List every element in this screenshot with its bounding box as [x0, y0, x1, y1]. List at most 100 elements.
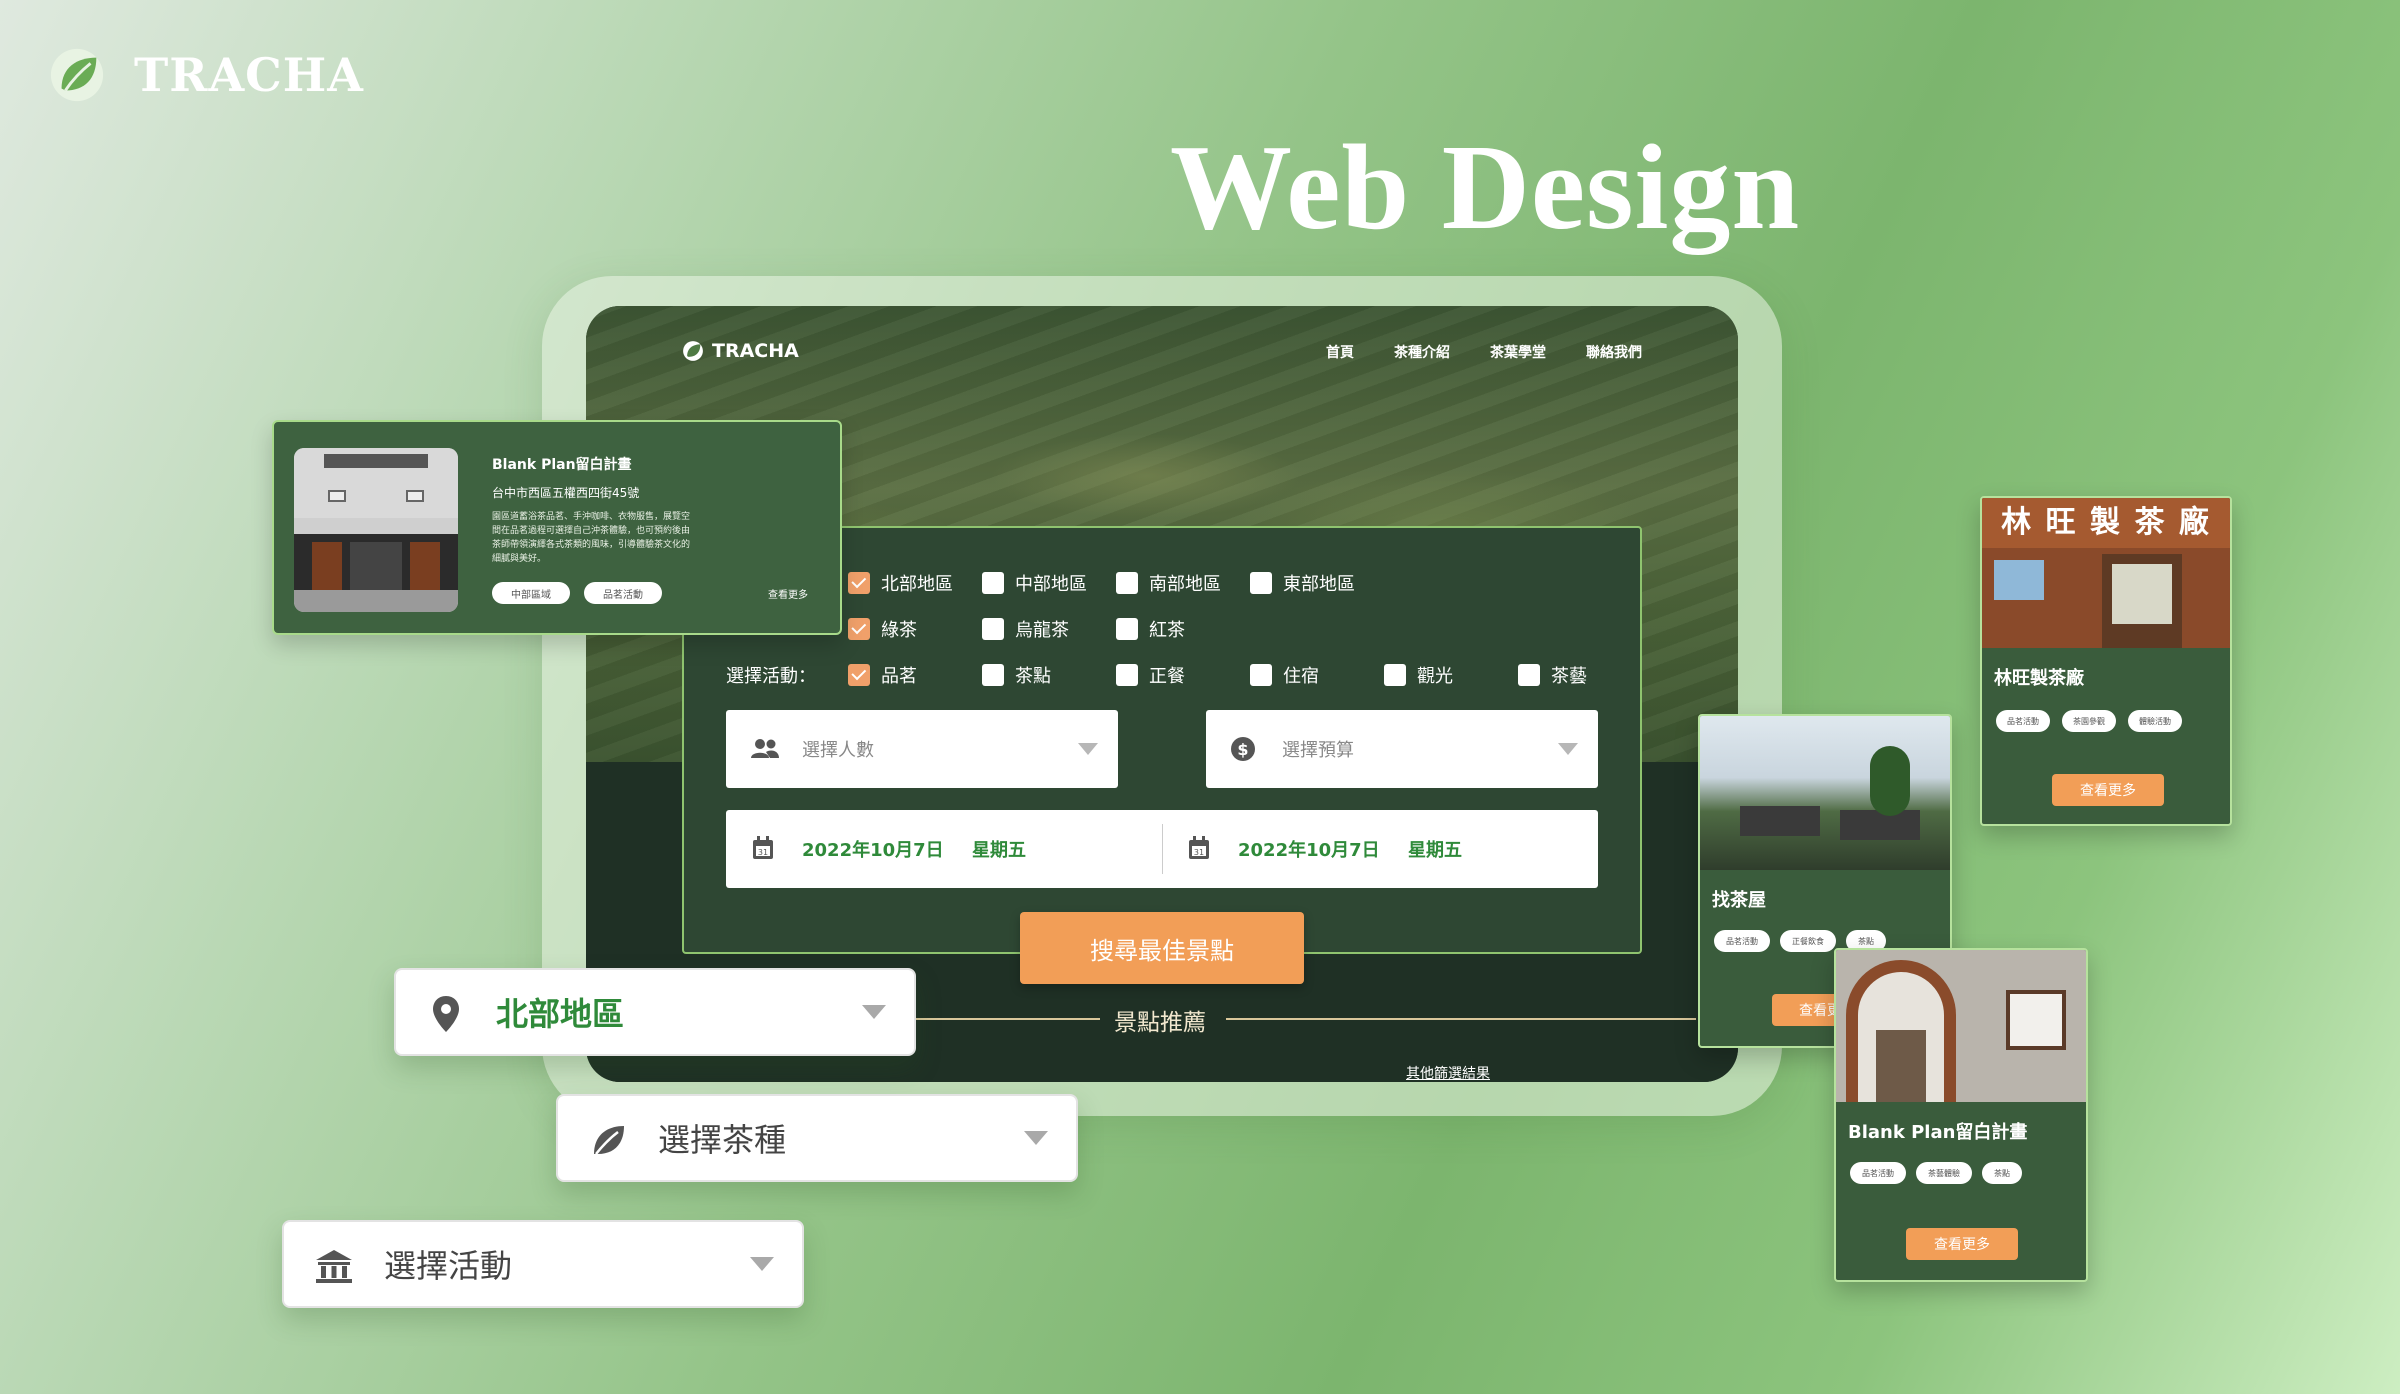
- search-best-spots-button[interactable]: 搜尋最佳景點: [1020, 912, 1304, 984]
- tag-region[interactable]: 中部區域: [492, 582, 570, 604]
- tag[interactable]: 體驗活動: [2128, 710, 2182, 732]
- blank-plan-name: Blank Plan留白計畫: [1848, 1122, 2028, 1143]
- people-icon: [751, 739, 779, 758]
- checkbox-label: 北部地區: [881, 574, 953, 595]
- tag[interactable]: 茶園參觀: [2062, 710, 2116, 732]
- checkbox-label: 觀光: [1417, 666, 1453, 687]
- tea-house-name: 找茶屋: [1712, 890, 1766, 911]
- checkbox-label: 品茗: [881, 666, 917, 687]
- hero-title: Web Design: [1170, 120, 1801, 255]
- lin-wang-photo: 林 旺 製 茶 廠: [1982, 498, 2230, 648]
- leaf-logo-icon: [50, 48, 104, 102]
- activity-dropdown[interactable]: 選擇活動: [282, 1220, 804, 1308]
- tea-house-photo: [1700, 716, 1950, 870]
- featured-description: 園區道蓄浴茶品茗、手沖咖啡、衣物服售，展覽空 間在品茗過程可選擇自己沖茶體驗，也…: [492, 510, 690, 566]
- nav-tea-types[interactable]: 茶種介紹: [1394, 342, 1450, 362]
- lin-wang-name: 林旺製茶廠: [1994, 668, 2084, 689]
- site-logo[interactable]: TRACHA: [682, 340, 799, 362]
- leaf-logo-icon: [683, 341, 703, 361]
- desc-line: 間在品茗過程可選擇自己沖茶體驗，也可預約後由: [492, 526, 691, 536]
- checkbox-checked[interactable]: [848, 664, 870, 686]
- checkbox[interactable]: [1250, 664, 1272, 686]
- checkbox-checked[interactable]: [848, 618, 870, 640]
- nav-home[interactable]: 首頁: [1326, 342, 1354, 362]
- budget-placeholder: 選擇預算: [1282, 740, 1354, 761]
- checkbox-label: 中部地區: [1015, 574, 1087, 595]
- checkbox-label: 綠茶: [881, 620, 917, 641]
- tea-oolong-checkbox[interactable]: 烏龍茶: [982, 616, 1069, 642]
- tag[interactable]: 茶藝體驗: [1916, 1162, 1972, 1184]
- checkbox[interactable]: [982, 618, 1004, 640]
- tea-type-dropdown[interactable]: 選擇茶種: [556, 1094, 1078, 1182]
- desc-line: 細膩與美好。: [492, 554, 547, 564]
- activity-tea-art-checkbox[interactable]: 茶藝: [1518, 662, 1587, 688]
- region-dropdown[interactable]: 北部地區: [394, 968, 916, 1056]
- checkbox[interactable]: [1116, 618, 1138, 640]
- activity-snack-checkbox[interactable]: 茶點: [982, 662, 1051, 688]
- checkbox[interactable]: [1116, 664, 1138, 686]
- recommend-divider-left: [910, 1018, 1100, 1020]
- featured-spot-card[interactable]: Blank Plan留白計畫 台中市西區五權西四街45號 園區道蓄浴茶品茗、手沖…: [272, 420, 842, 635]
- checkbox[interactable]: [982, 572, 1004, 594]
- tag[interactable]: 品茗活動: [1714, 930, 1770, 952]
- region-east-checkbox[interactable]: 東部地區: [1250, 570, 1355, 596]
- desc-line: 園區道蓄浴茶品茗、手沖咖啡、衣物服售，展覽空: [492, 512, 691, 522]
- checkbox-label: 住宿: [1283, 666, 1319, 687]
- chevron-down-icon: [1558, 743, 1578, 755]
- site-nav: 首頁 茶種介紹 茶葉學堂 聯絡我們: [1326, 342, 1642, 362]
- tag[interactable]: 正餐飲食: [1780, 930, 1836, 952]
- checkbox[interactable]: [1250, 572, 1272, 594]
- blank-plan-arch-photo: [1836, 950, 2086, 1102]
- checkbox-checked[interactable]: [848, 572, 870, 594]
- spot-card-lin-wang[interactable]: 林 旺 製 茶 廠 林旺製茶廠 品茗活動 茶園參觀 體驗活動 查看更多: [1980, 496, 2232, 826]
- svg-text:31: 31: [758, 848, 768, 857]
- activity-tasting-checkbox[interactable]: 品茗: [848, 662, 917, 688]
- spot-card-blank-plan[interactable]: Blank Plan留白計畫 品茗活動 茶藝體驗 茶點 查看更多: [1834, 948, 2088, 1282]
- checkbox-label: 烏龍茶: [1015, 620, 1069, 641]
- people-placeholder: 選擇人數: [802, 740, 874, 761]
- desc-line: 茶師帶領演繹各式茶類的風味，引導體驗茶文化的: [492, 540, 691, 550]
- region-dropdown-value: 北部地區: [496, 995, 625, 1033]
- checkbox[interactable]: [1384, 664, 1406, 686]
- calendar-icon: 31: [1189, 836, 1209, 859]
- tea-green-checkbox[interactable]: 綠茶: [848, 616, 917, 642]
- nav-contact[interactable]: 聯絡我們: [1586, 342, 1642, 362]
- chevron-down-icon: [1078, 743, 1098, 755]
- end-date: 2022年10月7日: [1238, 840, 1380, 861]
- date-range-input[interactable]: 31 2022年10月7日 星期五 31 2022年10月7日 星期五: [726, 810, 1598, 888]
- nav-tea-school[interactable]: 茶葉學堂: [1490, 342, 1546, 362]
- checkbox-label: 南部地區: [1149, 574, 1221, 595]
- activity-label: 選擇活動：: [726, 666, 816, 687]
- svg-text:31: 31: [1194, 848, 1204, 857]
- leaf-icon: [594, 1126, 624, 1155]
- svg-text:$: $: [1237, 740, 1248, 759]
- dollar-icon: $: [1231, 737, 1255, 761]
- blank-plan-more-button[interactable]: 查看更多: [1906, 1228, 2018, 1260]
- region-north-checkbox[interactable]: 北部地區: [848, 570, 953, 596]
- checkbox-label: 茶點: [1015, 666, 1051, 687]
- tag[interactable]: 品茗活動: [1996, 710, 2050, 732]
- region-central-checkbox[interactable]: 中部地區: [982, 570, 1087, 596]
- budget-select[interactable]: $ 選擇預算: [1206, 710, 1598, 788]
- tea-type-placeholder: 選擇茶種: [658, 1121, 787, 1159]
- date-divider: [1162, 824, 1163, 874]
- region-south-checkbox[interactable]: 南部地區: [1116, 570, 1221, 596]
- featured-more-link[interactable]: 查看更多: [768, 586, 808, 601]
- people-select[interactable]: 選擇人數: [726, 710, 1118, 788]
- tag-activity[interactable]: 品茗活動: [584, 582, 662, 604]
- tag[interactable]: 品茗活動: [1850, 1162, 1906, 1184]
- tag[interactable]: 茶點: [1982, 1162, 2022, 1184]
- checkbox[interactable]: [1116, 572, 1138, 594]
- checkbox[interactable]: [1518, 664, 1540, 686]
- activity-placeholder: 選擇活動: [384, 1247, 513, 1285]
- activity-stay-checkbox[interactable]: 住宿: [1250, 662, 1319, 688]
- start-weekday: 星期五: [972, 840, 1026, 861]
- recommend-divider-right: [1226, 1018, 1696, 1020]
- tea-black-checkbox[interactable]: 紅茶: [1116, 616, 1185, 642]
- activity-meal-checkbox[interactable]: 正餐: [1116, 662, 1185, 688]
- checkbox[interactable]: [982, 664, 1004, 686]
- lin-wang-more-button[interactable]: 查看更多: [2052, 774, 2164, 806]
- other-results-link[interactable]: 其他篩選結果: [1406, 1063, 1490, 1083]
- end-weekday: 星期五: [1408, 840, 1462, 861]
- activity-sightseeing-checkbox[interactable]: 觀光: [1384, 662, 1453, 688]
